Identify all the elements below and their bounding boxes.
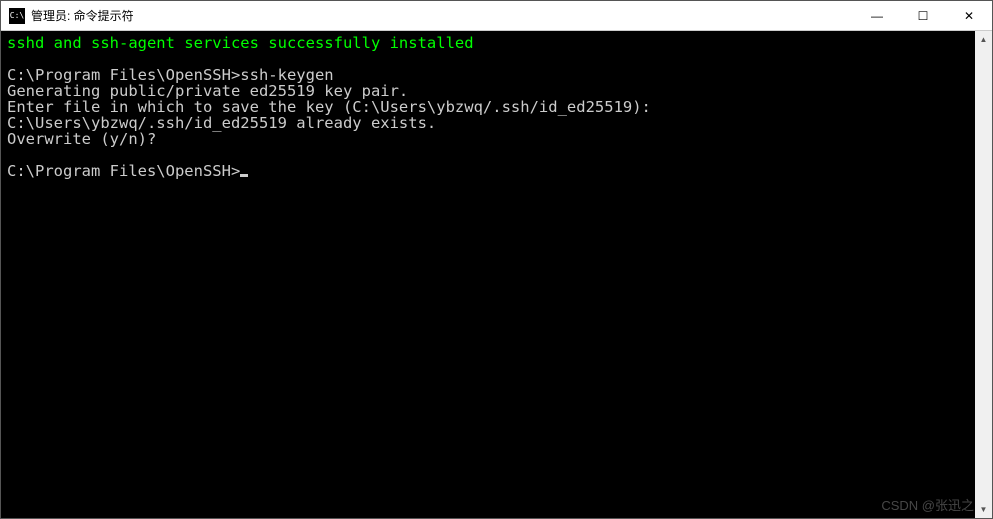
console-line: Overwrite (y/n)? bbox=[7, 130, 156, 148]
vertical-scrollbar[interactable]: ▲ ▼ bbox=[975, 31, 992, 518]
window-title: 管理员: 命令提示符 bbox=[31, 7, 854, 24]
close-button[interactable]: ✕ bbox=[946, 1, 992, 30]
cmd-icon: C:\ bbox=[9, 8, 25, 24]
window-controls: — ☐ ✕ bbox=[854, 1, 992, 30]
titlebar[interactable]: C:\ 管理员: 命令提示符 — ☐ ✕ bbox=[1, 1, 992, 31]
scroll-down-button[interactable]: ▼ bbox=[975, 501, 992, 518]
minimize-button[interactable]: — bbox=[854, 1, 900, 30]
scroll-up-button[interactable]: ▲ bbox=[975, 31, 992, 48]
console-output[interactable]: sshd and ssh-agent services successfully… bbox=[1, 31, 975, 518]
maximize-button[interactable]: ☐ bbox=[900, 1, 946, 30]
cursor bbox=[240, 174, 248, 177]
console-wrapper: sshd and ssh-agent services successfully… bbox=[1, 31, 992, 518]
command-prompt-window: C:\ 管理员: 命令提示符 — ☐ ✕ sshd and ssh-agent … bbox=[0, 0, 993, 519]
success-message: sshd and ssh-agent services successfully… bbox=[7, 34, 474, 52]
prompt-line: C:\Program Files\OpenSSH> bbox=[7, 162, 240, 180]
watermark-text: CSDN @张迅之 bbox=[881, 495, 974, 514]
